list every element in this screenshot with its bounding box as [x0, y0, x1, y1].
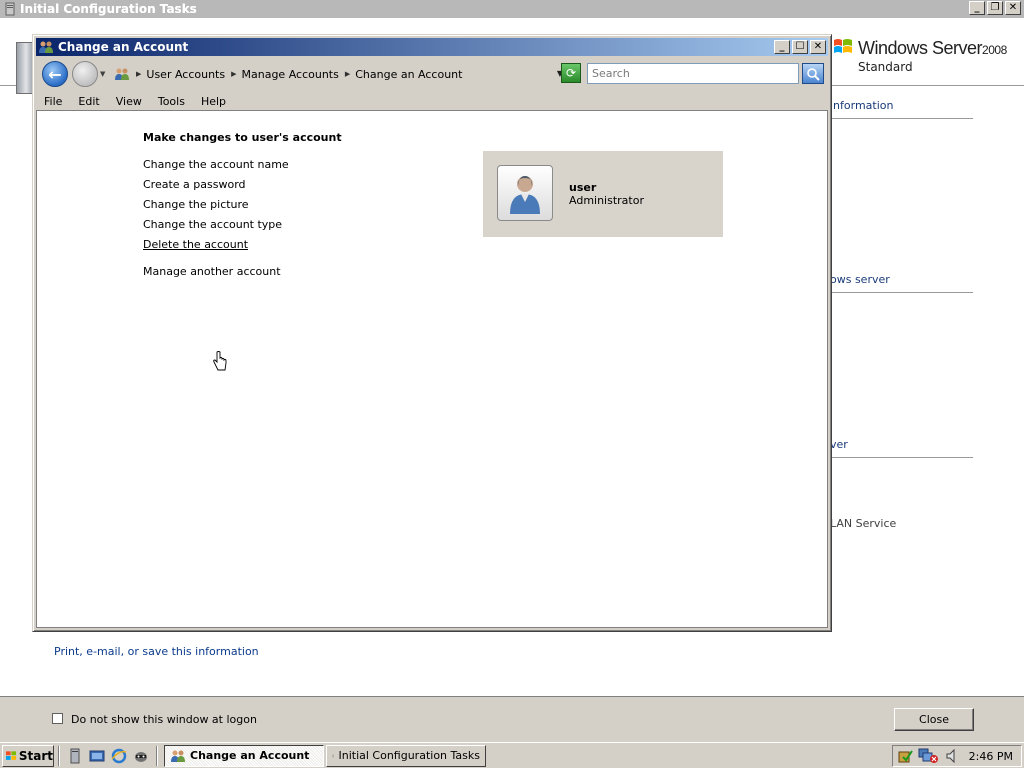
hand-cursor-icon — [213, 351, 227, 371]
taskbar-button-label: Initial Configuration Tasks — [338, 749, 480, 762]
user-name: user — [569, 181, 597, 194]
change-account-type-link[interactable]: Change the account type — [143, 218, 282, 231]
divider — [830, 457, 973, 458]
menu-edit[interactable]: Edit — [70, 95, 107, 108]
menu-help[interactable]: Help — [193, 95, 234, 108]
taskbar-button-initial-configuration[interactable]: Initial Configuration Tasks — [326, 744, 486, 767]
content-pane: Make changes to user's account Change th… — [36, 110, 828, 628]
users-icon — [39, 41, 53, 53]
divider — [830, 292, 973, 293]
delete-account-link[interactable]: Delete the account — [143, 238, 248, 251]
dont-show-label: Do not show this window at logon — [71, 713, 257, 726]
show-desktop-icon[interactable] — [88, 747, 106, 765]
bg-window-title: Initial Configuration Tasks — [20, 2, 197, 16]
minimize-button[interactable]: _ — [774, 40, 790, 54]
dont-show-checkbox[interactable] — [52, 713, 63, 724]
menu-tools[interactable]: Tools — [150, 95, 193, 108]
breadcrumb-separator-icon[interactable]: ▶ — [345, 70, 350, 78]
restore-button[interactable]: ❐ — [987, 1, 1003, 15]
security-check-icon[interactable] — [897, 748, 913, 764]
user-silhouette-icon — [510, 176, 540, 214]
network-disconnected-icon[interactable] — [918, 748, 940, 764]
service-item[interactable]: LAN Service — [830, 517, 896, 530]
close-window-button[interactable]: ✕ — [810, 40, 826, 54]
server-icon — [5, 2, 15, 16]
page-heading: Make changes to user's account — [143, 131, 342, 144]
manage-another-account-link[interactable]: Manage another account — [143, 265, 281, 278]
taskbar-separator — [58, 745, 60, 766]
taskbar-button-change-account[interactable]: Change an Account — [164, 744, 324, 767]
section-heading-information: information — [830, 99, 894, 112]
start-label: Start — [18, 748, 53, 763]
users-icon — [171, 750, 185, 762]
breadcrumb-separator-icon[interactable]: ▶ — [231, 70, 236, 78]
system-tray: 2:46 PM — [892, 745, 1022, 767]
start-button[interactable]: Start — [2, 744, 54, 767]
windows-server-logo: Windows Server2008 Standard — [832, 34, 1012, 78]
divider — [830, 118, 973, 119]
breadcrumb-user-accounts[interactable]: User Accounts — [146, 68, 225, 81]
window-title: Change an Account — [58, 40, 189, 54]
user-role: Administrator — [569, 194, 644, 207]
change-account-window: Change an Account _ ☐ ✕ ← ▼ ▶ User Accou… — [32, 34, 832, 632]
navigation-bar: ← ▼ ▶ User Accounts ▶ Manage Accounts ▶ … — [36, 58, 828, 90]
window-title-bar[interactable]: Change an Account _ ☐ ✕ — [36, 38, 828, 56]
windows-flag-icon — [6, 750, 17, 760]
menu-view[interactable]: View — [108, 95, 150, 108]
windows-flag-icon — [834, 39, 852, 53]
minimize-button[interactable]: _ — [969, 1, 985, 15]
internet-explorer-icon[interactable] — [110, 747, 128, 765]
breadcrumb-change-account[interactable]: Change an Account — [355, 68, 462, 81]
breadcrumb-manage-accounts[interactable]: Manage Accounts — [242, 68, 339, 81]
print-email-save-link[interactable]: Print, e-mail, or save this information — [54, 645, 259, 658]
server-manager-icon[interactable] — [66, 747, 84, 765]
refresh-icon[interactable]: ⟳ — [561, 63, 581, 83]
close-button[interactable]: Close — [894, 708, 974, 731]
forward-arrow-icon[interactable] — [72, 61, 98, 87]
taskbar-separator — [156, 745, 158, 766]
server-icon — [332, 754, 335, 757]
search-icon[interactable] — [802, 63, 824, 84]
volume-icon[interactable] — [945, 748, 959, 764]
create-password-link[interactable]: Create a password — [143, 178, 246, 191]
menu-file[interactable]: File — [36, 95, 70, 108]
change-account-name-link[interactable]: Change the account name — [143, 158, 289, 171]
recent-pages-dropdown-icon[interactable]: ▼ — [100, 70, 105, 78]
change-picture-link[interactable]: Change the picture — [143, 198, 249, 211]
product-edition: Standard — [858, 60, 913, 74]
users-icon — [115, 68, 129, 80]
back-arrow-icon[interactable]: ← — [42, 61, 68, 87]
raccoon-icon[interactable] — [132, 747, 150, 765]
breadcrumb-separator-icon[interactable]: ▶ — [136, 70, 141, 78]
bg-title-bar[interactable]: Initial Configuration Tasks _ ❐ ✕ — [0, 0, 1024, 18]
product-name: Windows Server2008 — [858, 38, 1007, 58]
taskbar: Start Change an Account Initial Configur… — [0, 742, 1024, 768]
user-account-card: user Administrator — [483, 151, 723, 237]
address-bar[interactable]: ▶ User Accounts ▶ Manage Accounts ▶ Chan… — [111, 63, 563, 85]
taskbar-button-label: Change an Account — [190, 749, 310, 762]
section-heading-server-2: ver — [830, 438, 848, 451]
search-input[interactable]: Search — [587, 63, 799, 84]
clock[interactable]: 2:46 PM — [969, 750, 1017, 763]
menu-bar: File Edit View Tools Help — [36, 92, 828, 110]
user-avatar — [497, 165, 553, 221]
maximize-button[interactable]: ☐ — [792, 40, 808, 54]
section-heading-server: ows server — [830, 273, 890, 286]
close-window-button[interactable]: ✕ — [1005, 1, 1021, 15]
